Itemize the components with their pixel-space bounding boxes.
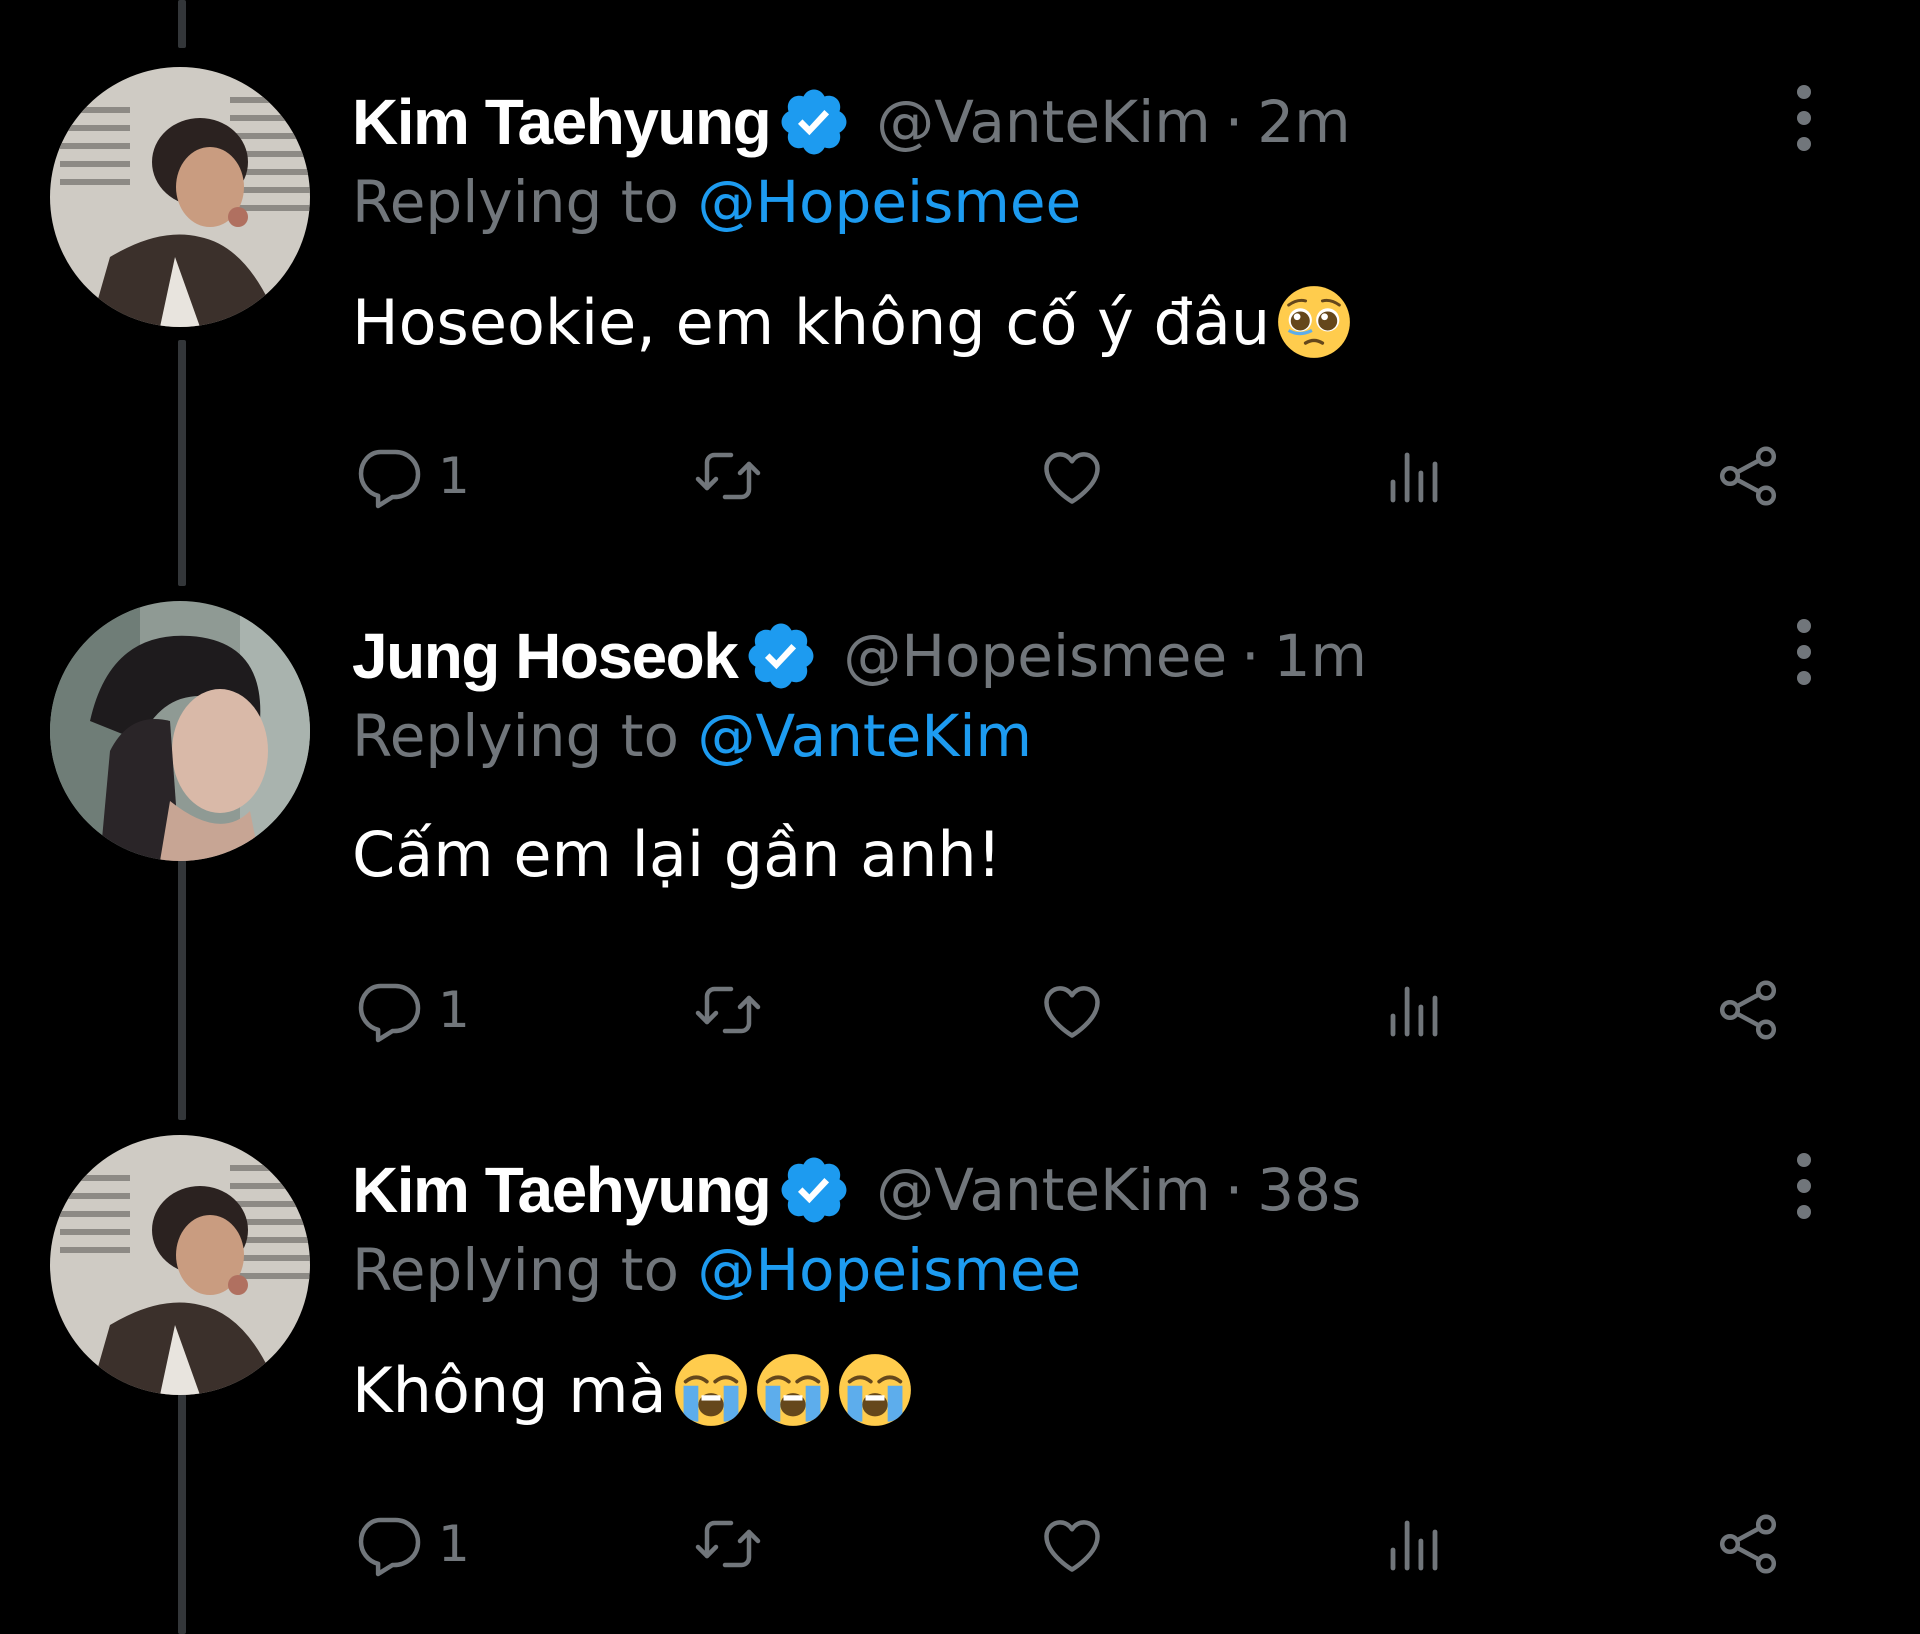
share-icon	[1719, 1514, 1777, 1574]
tweet-text: Hoseokie, em không cố ý đâu	[352, 284, 1352, 360]
separator: ·	[1224, 1156, 1244, 1224]
tweet-header: Kim Taehyung @VanteKim · 2m	[352, 80, 1351, 164]
retweet-icon	[695, 986, 761, 1034]
tweet-text: Không mà	[352, 1352, 913, 1428]
verified-badge-icon	[743, 618, 819, 694]
mention-link[interactable]: @Hopeismee	[697, 168, 1081, 236]
replying-prefix: Replying to	[352, 1236, 679, 1304]
display-name[interactable]: Kim Taehyung	[352, 85, 772, 159]
reply-button[interactable]: 1	[352, 970, 470, 1050]
pleading-face-icon	[1276, 284, 1352, 360]
retweet-button[interactable]	[692, 1504, 764, 1584]
tweet-text-content: Cấm em lại gần anh!	[352, 818, 1002, 891]
share-button[interactable]	[1712, 436, 1784, 516]
display-name[interactable]: Jung Hoseok	[352, 619, 739, 693]
like-button[interactable]	[1036, 970, 1108, 1050]
tweet-text: Cấm em lại gần anh!	[352, 818, 1002, 891]
replying-to: Replying to @VanteKim	[352, 702, 1032, 770]
reply-icon	[358, 449, 421, 509]
like-button[interactable]	[1036, 1504, 1108, 1584]
tweet-text-content: Không mà	[352, 1353, 667, 1427]
retweet-button[interactable]	[692, 970, 764, 1050]
retweet-icon	[695, 1520, 761, 1568]
tweet-actions: 1	[352, 1504, 1792, 1584]
verified-badge-icon	[776, 84, 852, 160]
share-button[interactable]	[1712, 1504, 1784, 1584]
retweet-icon	[695, 452, 761, 500]
replying-to: Replying to @Hopeismee	[352, 168, 1081, 236]
loudly-crying-face-icon	[837, 1352, 913, 1428]
reply-count: 1	[438, 981, 470, 1039]
tweet-actions: 1	[352, 970, 1792, 1050]
avatar[interactable]	[50, 601, 310, 861]
more-options-icon[interactable]	[1784, 616, 1824, 688]
reply-icon	[358, 1517, 421, 1577]
loudly-crying-face-icon	[673, 1352, 749, 1428]
replying-prefix: Replying to	[352, 702, 679, 770]
heart-icon	[1044, 986, 1100, 1038]
loudly-crying-face-icon	[755, 1352, 831, 1428]
reply-button[interactable]: 1	[352, 1504, 470, 1584]
user-handle[interactable]: @VanteKim	[876, 88, 1211, 156]
timestamp[interactable]: 1m	[1274, 622, 1367, 690]
analytics-icon	[1390, 986, 1438, 1037]
reply-icon	[358, 983, 421, 1043]
avatar[interactable]	[50, 67, 310, 327]
user-handle[interactable]: @Hopeismee	[843, 622, 1227, 690]
tweet-header: Jung Hoseok @Hopeismee · 1m	[352, 614, 1367, 698]
tweet-header: Kim Taehyung @VanteKim · 38s	[352, 1148, 1361, 1232]
mention-link[interactable]: @Hopeismee	[697, 1236, 1081, 1304]
views-button[interactable]	[1378, 436, 1450, 516]
tweet-actions: 1	[352, 436, 1792, 516]
tweet[interactable]: Jung Hoseok @Hopeismee · 1m Replying to …	[0, 534, 1920, 1068]
heart-icon	[1044, 1520, 1100, 1572]
mention-link[interactable]: @VanteKim	[697, 702, 1032, 770]
avatar[interactable]	[50, 1135, 310, 1395]
timestamp[interactable]: 38s	[1257, 1156, 1361, 1224]
reply-count: 1	[438, 1515, 470, 1573]
replying-prefix: Replying to	[352, 168, 679, 236]
share-icon	[1719, 446, 1777, 506]
separator: ·	[1224, 88, 1244, 156]
separator: ·	[1241, 622, 1260, 690]
heart-icon	[1044, 452, 1100, 504]
analytics-icon	[1390, 452, 1438, 503]
replying-to: Replying to @Hopeismee	[352, 1236, 1081, 1304]
analytics-icon	[1390, 1520, 1438, 1571]
tweet-text-content: Hoseokie, em không cố ý đâu	[352, 285, 1271, 359]
views-button[interactable]	[1378, 1504, 1450, 1584]
share-icon	[1719, 980, 1777, 1040]
reply-button[interactable]: 1	[352, 436, 470, 516]
user-handle[interactable]: @VanteKim	[876, 1156, 1211, 1224]
more-options-icon[interactable]	[1784, 82, 1824, 154]
like-button[interactable]	[1036, 436, 1108, 516]
display-name[interactable]: Kim Taehyung	[352, 1153, 772, 1227]
views-button[interactable]	[1378, 970, 1450, 1050]
more-options-icon[interactable]	[1784, 1150, 1824, 1222]
timestamp[interactable]: 2m	[1257, 88, 1350, 156]
reply-count: 1	[438, 447, 470, 505]
retweet-button[interactable]	[692, 436, 764, 516]
verified-badge-icon	[776, 1152, 852, 1228]
share-button[interactable]	[1712, 970, 1784, 1050]
tweet[interactable]: Kim Taehyung @VanteKim · 38s Replying to…	[0, 1068, 1920, 1602]
tweet[interactable]: Kim Taehyung @VanteKim · 2m Replying to …	[0, 0, 1920, 534]
